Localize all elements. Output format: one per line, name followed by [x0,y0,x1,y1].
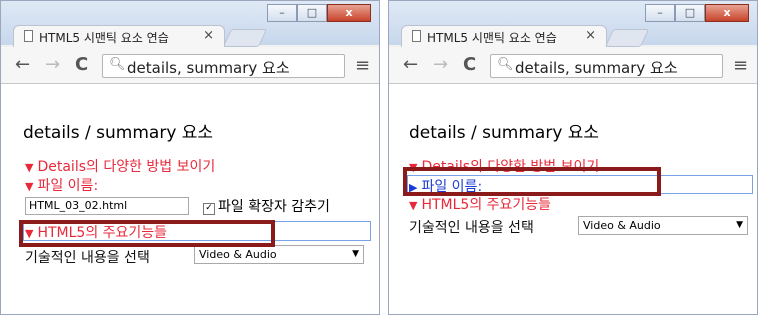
browser-window-left: – □ x HTML5 시맨틱 요소 연습 × ← → C 🔍︎ details… [0,0,380,315]
minimize-button[interactable]: – [267,4,297,22]
new-tab-button[interactable] [604,29,650,47]
address-bar[interactable]: 🔍︎ details, summary 요소 [490,54,723,78]
dropdown-arrow-icon: ▼ [352,249,359,259]
browser-toolbar: ← → C 🔍︎ details, summary 요소 ≡ [389,47,757,84]
search-icon: 🔍︎ [497,57,514,72]
checkbox-label: 파일 확장자 감추기 [218,199,330,215]
browser-tab[interactable]: HTML5 시맨틱 요소 연습 × [401,25,607,47]
select-label: 기술적인 내용을 선택 [409,220,534,236]
maximize-button[interactable]: □ [675,4,705,22]
page-title: details / summary 요소 [409,123,600,143]
expanded-triangle-icon: ▼ [25,161,34,174]
forward-arrow-icon[interactable]: → [433,54,448,75]
annotation-highlight-box [403,167,661,196]
title-bar: – □ x HTML5 시맨틱 요소 연습 × [1,1,379,47]
browser-tab[interactable]: HTML5 시맨틱 요소 연습 × [13,25,225,47]
reload-icon[interactable]: C [75,54,88,75]
tab-close-icon[interactable]: × [203,28,214,43]
dropdown-arrow-icon: ▼ [736,220,743,230]
search-icon: 🔍︎ [109,57,126,72]
browser-toolbar: ← → C 🔍︎ details, summary 요소 ≡ [1,47,379,84]
back-arrow-icon[interactable]: ← [403,54,418,75]
page-content: details / summary 요소 ▼ Details의 다양한 방법 보이… [1,84,379,314]
close-button[interactable]: x [705,4,749,22]
summary-file-name[interactable]: ▼ 파일 이름: [25,175,98,195]
file-name-input[interactable]: HTML_03_02.html [25,197,189,215]
menu-icon[interactable]: ≡ [733,55,748,76]
close-button[interactable]: x [327,4,371,22]
address-text: details, summary 요소 [127,59,290,77]
checkbox-checked[interactable]: ✓ [203,203,215,215]
tab-title: HTML5 시맨틱 요소 연습 [39,31,169,45]
select-label: 기술적인 내용을 선택 [25,250,150,266]
back-arrow-icon[interactable]: ← [15,54,30,75]
minimize-button[interactable]: – [645,4,675,22]
hide-extension-checkbox[interactable]: ✓ 파일 확장자 감추기 [203,196,330,216]
tab-close-icon[interactable]: × [585,28,596,43]
window-controls: – □ x [267,4,371,22]
tech-select[interactable]: Video & Audio ▼ [578,216,748,235]
summary-html5-features[interactable]: ▼ HTML5의 주요기능들 [409,194,551,214]
document-icon [412,30,421,42]
menu-icon[interactable]: ≡ [355,55,370,76]
forward-arrow-icon[interactable]: → [45,54,60,75]
expanded-triangle-icon: ▼ [409,199,418,212]
tech-select[interactable]: Video & Audio ▼ [194,245,364,264]
title-bar: – □ x HTML5 시맨틱 요소 연습 × [389,1,757,47]
maximize-button[interactable]: □ [297,4,327,22]
tab-title: HTML5 시맨틱 요소 연습 [427,31,557,45]
reload-icon[interactable]: C [463,54,476,75]
browser-window-right: – □ x HTML5 시맨틱 요소 연습 × ← → C 🔍︎ details… [388,0,758,315]
expanded-triangle-icon: ▼ [25,180,34,193]
page-content: details / summary 요소 ▼ Details의 다양한 방법 보이… [389,84,757,314]
annotation-highlight-box [19,220,275,247]
window-controls: – □ x [645,4,749,22]
summary-details-methods[interactable]: ▼ Details의 다양한 방법 보이기 [25,156,215,176]
new-tab-button[interactable] [222,29,268,47]
document-icon [24,30,33,42]
address-bar[interactable]: 🔍︎ details, summary 요소 [102,54,345,78]
page-title: details / summary 요소 [23,123,214,143]
address-text: details, summary 요소 [515,59,678,77]
